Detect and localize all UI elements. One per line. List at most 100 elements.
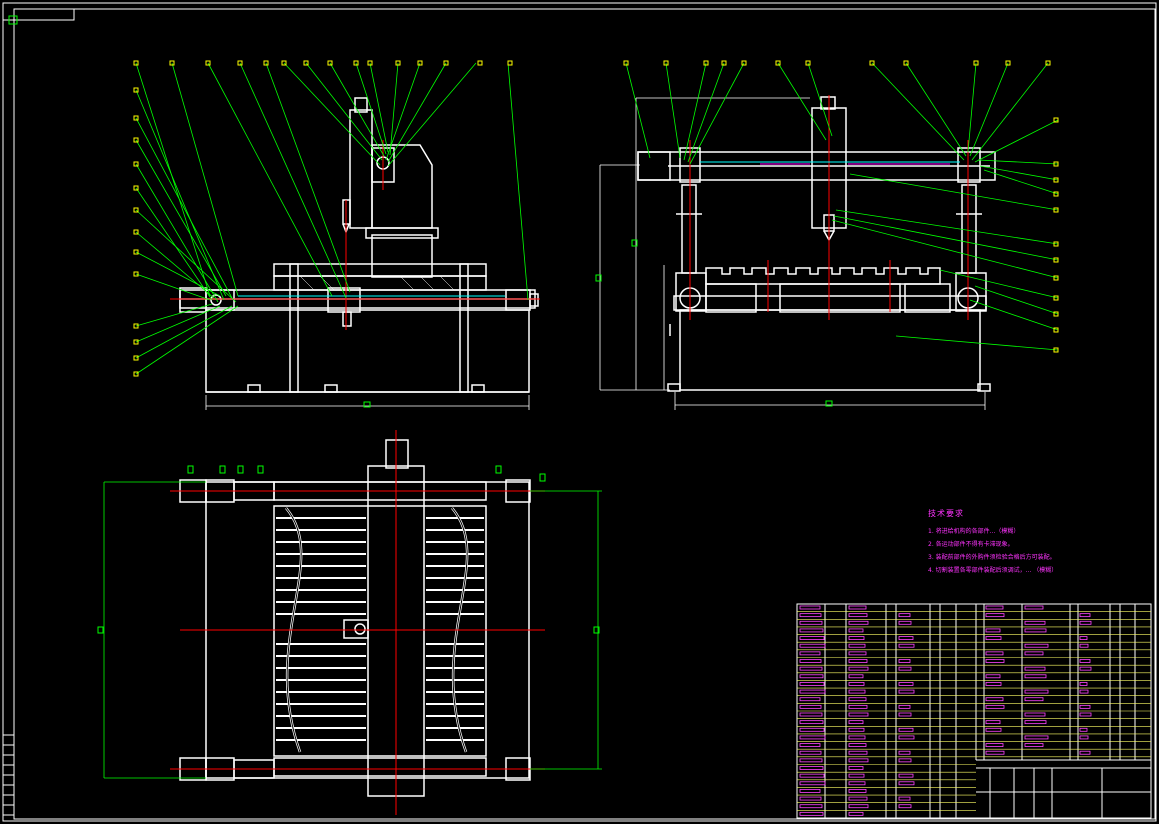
table-cell: [1079, 620, 1092, 625]
table-cell: [799, 773, 825, 778]
table-cell: [848, 796, 868, 801]
table-cell: [848, 659, 868, 663]
table-cell: [1024, 697, 1044, 702]
table-cell: [898, 773, 914, 778]
table-cell: [1079, 712, 1092, 717]
table-cell: [848, 613, 868, 618]
table-cell: [848, 643, 866, 648]
table-cell: [1024, 689, 1049, 694]
table-cell: [1024, 735, 1049, 740]
table-cell: [985, 613, 1005, 618]
table-cell: [1024, 651, 1044, 656]
table-cell: [1079, 659, 1091, 663]
table-cell: [799, 766, 824, 770]
table-cell: [799, 727, 825, 732]
technical-requirements: 技术要求 1. 将进给机构的各部件...（模糊） 2. 各运动部件不得有卡滞现象…: [928, 508, 1150, 577]
table-cell: [898, 682, 914, 686]
table-cell: [898, 689, 915, 694]
table-cell: [848, 766, 864, 770]
table-cell: [898, 643, 915, 648]
table-cell: [848, 758, 869, 763]
table-cell: [799, 750, 822, 755]
table-cell: [799, 789, 821, 793]
table-cell: [848, 804, 869, 809]
table-cell: [848, 605, 867, 610]
table-cell: [898, 750, 911, 755]
table-cell: [799, 804, 823, 809]
table-cell: [1079, 666, 1092, 671]
table-cell: [898, 735, 915, 740]
table-cell: [848, 620, 869, 625]
table-cell: [799, 651, 821, 656]
table-cell: [799, 704, 822, 709]
balloon-markers: [133, 60, 1059, 377]
table-cell: [1024, 620, 1046, 625]
top-view: [97, 430, 602, 815]
table-cell: [1024, 712, 1046, 717]
table-cell: [1079, 613, 1091, 618]
table-cell: [848, 773, 865, 778]
table-cell: [1079, 750, 1091, 755]
table-cell: [799, 712, 823, 717]
table-cell: [985, 674, 1001, 679]
table-cell: [799, 735, 826, 740]
note-item: 1. 将进给机构的各部件...（模糊）: [928, 528, 1020, 535]
drawing-frame: [2, 2, 1157, 822]
table-cell: [898, 712, 912, 717]
table-cell: [799, 697, 821, 702]
drawing-canvas: [2, 2, 1157, 822]
table-cell: [985, 628, 1001, 633]
table-cell: [985, 720, 1001, 725]
margin-stamp: [2, 734, 15, 816]
table-cell: [1079, 682, 1088, 686]
table-cell: [898, 636, 914, 640]
table-cell: [1024, 720, 1047, 725]
table-cell: [985, 704, 1005, 709]
table-cell: [898, 758, 912, 763]
table-cell: [985, 750, 1005, 755]
table-cell: [799, 643, 826, 648]
table-cell: [985, 605, 1004, 610]
table-cell: [898, 727, 914, 732]
table-cell: [848, 781, 866, 786]
table-cell: [1024, 628, 1047, 633]
table-cell: [848, 811, 864, 816]
table-cell: [898, 804, 912, 809]
table-cell: [799, 613, 822, 618]
table-cell: [1024, 605, 1044, 610]
side-view: [595, 95, 996, 410]
table-cell: [848, 689, 866, 694]
table-cell: [848, 750, 868, 755]
table-cell: [1024, 643, 1049, 648]
table-cell: [848, 789, 867, 793]
table-cell: [799, 758, 823, 763]
table-cell: [898, 613, 911, 618]
note-item: 3. 装配前部件的外购件须检验合格后方可装配。: [928, 554, 1056, 561]
table-cell: [799, 811, 824, 816]
table-cell: [848, 704, 868, 709]
table-cell: [1024, 666, 1046, 671]
balloon-markers: [187, 465, 546, 482]
table-slats: [276, 517, 484, 741]
cad-drawing-window: 技术要求 1. 将进给机构的各部件...（模糊） 2. 各运动部件不得有卡滞现象…: [0, 0, 1159, 824]
table-cell: [848, 636, 865, 640]
table-cell: [848, 666, 869, 671]
table-cell: [799, 682, 825, 686]
table-cell: [848, 697, 867, 702]
note-item: 4. 切割装置各零部件装配后须调试，... （模糊）: [928, 567, 1058, 574]
table-cell: [848, 720, 864, 725]
table-cell: [985, 636, 1002, 640]
table-cell: [848, 674, 864, 679]
table-cell: [985, 682, 1002, 686]
table-cell: [799, 666, 823, 671]
table-cell: [799, 720, 824, 725]
table-cell: [848, 682, 865, 686]
table-cell: [799, 620, 823, 625]
table-cell: [985, 651, 1004, 656]
table-cell: [898, 781, 915, 786]
table-cell: [1079, 735, 1089, 740]
table-cell: [985, 659, 1005, 663]
table-cell: [799, 628, 824, 633]
table-cell: [898, 620, 912, 625]
table-cell: [985, 727, 1002, 732]
